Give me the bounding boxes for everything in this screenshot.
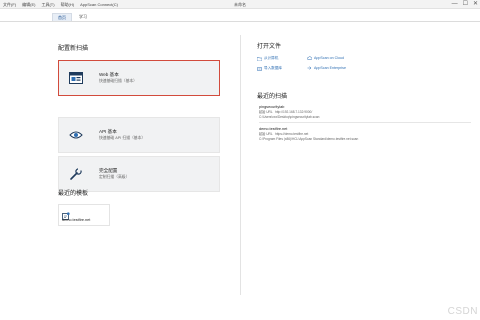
scan-path: C:\Program Files (x86)\HCL\AppScan Stand…: [259, 136, 359, 141]
recent-scan-item[interactable]: demo.testfire.net 起始 URL https://demo.tes…: [259, 127, 469, 141]
link-label: 导入数据库: [264, 66, 282, 70]
import-database-link[interactable]: 导入数据库: [257, 66, 282, 71]
recent-templates-title: 最近的模板: [58, 191, 89, 197]
start-url-label: 起始 URL: [259, 132, 273, 136]
start-url-label: 起始 URL: [259, 110, 273, 114]
recent-scan-item[interactable]: pingsecuritylab 起始 URL http://192.168.7.1…: [259, 105, 469, 119]
open-from-computer-link[interactable]: 从计算机: [257, 56, 278, 61]
scan-separator: [259, 122, 471, 123]
template-icon: [62, 207, 70, 220]
appscan-on-cloud-link[interactable]: AppScan on Cloud: [307, 56, 344, 60]
left-panel: 配置新扫描 Web 基本 快速基础扫描（基本） API 基本 快速基础 API …: [0, 23, 240, 320]
web-window-icon: [69, 71, 83, 85]
tab-bar: 首页 学习: [0, 10, 480, 22]
minimize-icon[interactable]: —: [452, 0, 458, 9]
link-label: 从计算机: [264, 56, 279, 60]
card-title: 完全配置: [99, 168, 118, 173]
folder-icon: [257, 56, 262, 61]
cloud-icon: [307, 56, 312, 60]
template-name: demo.testfire.net: [62, 218, 91, 222]
card-api-basic[interactable]: API 基本 快速基础 API 扫描（基本）: [58, 117, 220, 153]
menu-edit[interactable]: 编辑(E): [19, 0, 38, 9]
title-bar: 文件(F) 编辑(E) 工具(T) 帮助(H) AppScan Connect(…: [0, 0, 480, 9]
menu-bar: 文件(F) 编辑(E) 工具(T) 帮助(H) AppScan Connect(…: [0, 0, 121, 9]
database-import-icon: [257, 66, 262, 71]
link-label: AppScan on Cloud: [314, 56, 344, 60]
card-subtitle: 快速基础 API 扫描（基本）: [99, 136, 146, 140]
menu-tools[interactable]: 工具(T): [38, 0, 57, 9]
maximize-icon[interactable]: ☐: [463, 0, 468, 9]
start-url-value: https://demo.testfire.net: [275, 132, 309, 136]
enterprise-icon: [307, 66, 312, 70]
appscan-enterprise-link[interactable]: AppScan Enterprise: [307, 66, 346, 70]
open-file-title: 打开文件: [257, 44, 282, 50]
card-web-basic[interactable]: Web 基本 快速基础扫描（基本）: [58, 60, 220, 96]
home-page: 配置新扫描 Web 基本 快速基础扫描（基本） API 基本 快速基础 API …: [0, 23, 480, 320]
window-controls: — ☐ ✕: [452, 0, 478, 9]
card-title: Web 基本: [99, 72, 119, 77]
start-url-value: http://192.168.7.132:9000/: [275, 110, 313, 114]
tab-home[interactable]: 首页: [52, 13, 72, 21]
menu-appscan-connect[interactable]: AppScan Connect(C): [77, 0, 121, 9]
card-title: API 基本: [99, 129, 117, 134]
menu-file[interactable]: 文件(F): [0, 0, 19, 9]
card-subtitle: 快速基础扫描（基本）: [99, 79, 137, 83]
recent-scans-title: 最近的扫描: [257, 94, 288, 100]
tab-learn[interactable]: 学习: [74, 13, 92, 21]
scan-path: C:\Users\xxx\Desktop\pingsecuritylab.sca…: [259, 114, 320, 119]
right-panel: 打开文件 从计算机 AppScan on Cloud 导入数据库 AppScan…: [241, 23, 480, 320]
api-eye-icon: [69, 128, 83, 142]
watermark: CSDN: [447, 306, 478, 317]
link-label: AppScan Enterprise: [314, 66, 346, 70]
menu-help[interactable]: 帮助(H): [58, 0, 78, 9]
card-full-config[interactable]: 完全配置 定制扫描（高级）: [58, 156, 220, 192]
card-subtitle: 定制扫描（高级）: [99, 175, 130, 179]
configure-new-scan-title: 配置新扫描: [58, 46, 89, 52]
wrench-icon: [69, 167, 83, 181]
close-icon[interactable]: ✕: [473, 0, 478, 9]
template-item[interactable]: demo.testfire.net: [58, 204, 110, 226]
